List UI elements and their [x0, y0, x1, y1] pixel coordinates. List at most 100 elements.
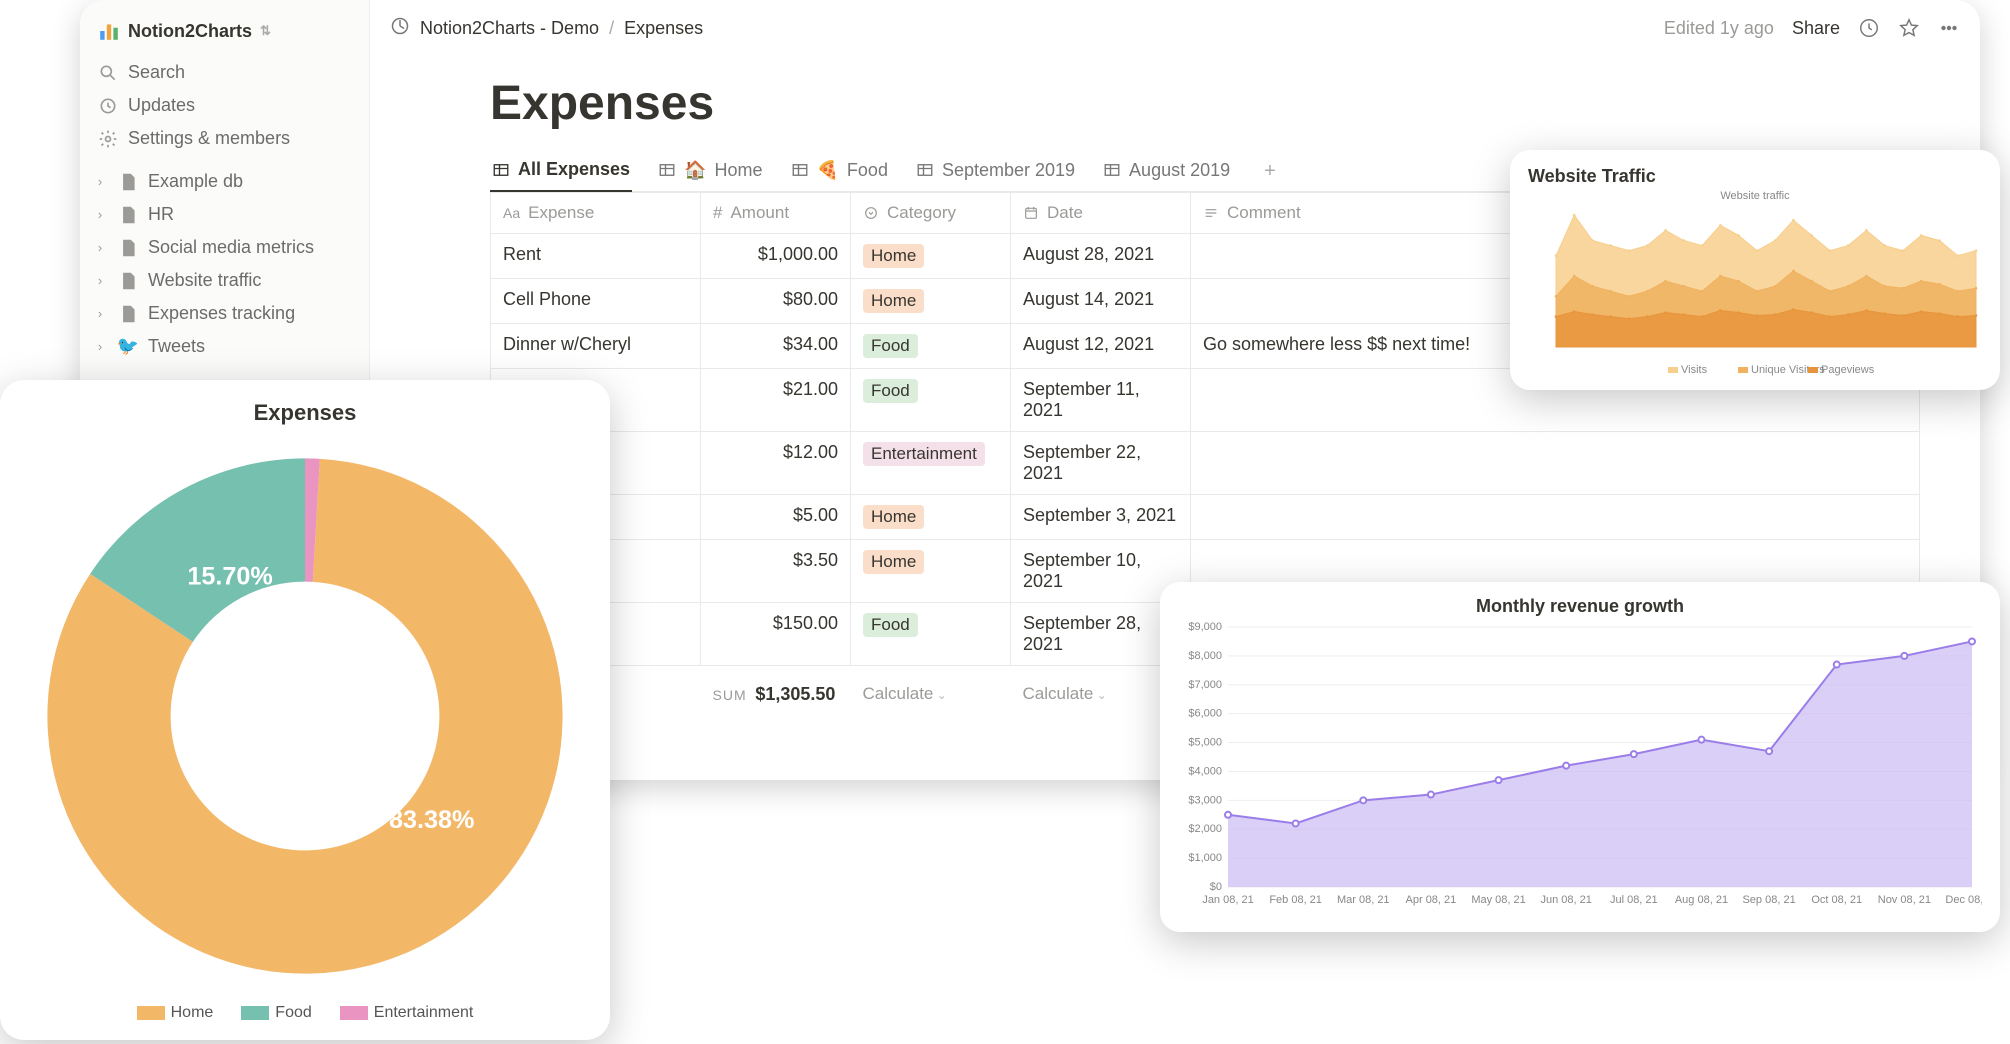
sidebar-page-label: Example db: [148, 171, 243, 192]
cell-date[interactable]: September 3, 2021: [1011, 495, 1191, 540]
sidebar-page-hr[interactable]: ›HR: [88, 198, 361, 231]
text-prop-icon: Aa: [503, 205, 520, 221]
chevron-right-icon[interactable]: ›: [92, 306, 108, 321]
page-icon: [118, 238, 138, 258]
breadcrumb-separator: /: [609, 18, 614, 39]
cell-amount[interactable]: $34.00: [701, 324, 851, 369]
cell-amount[interactable]: $3.50: [701, 540, 851, 603]
select-prop-icon: [863, 205, 879, 221]
svg-text:$5,000: $5,000: [1188, 737, 1222, 749]
svg-text:Jul 08, 21: Jul 08, 21: [1610, 894, 1658, 906]
svg-text:$4,000: $4,000: [1188, 765, 1222, 777]
col-header-amount[interactable]: #Amount: [701, 193, 851, 234]
svg-text:$1,000: $1,000: [1188, 852, 1222, 864]
cell-category[interactable]: Food: [851, 603, 1011, 666]
view-tab-label: All Expenses: [518, 159, 630, 180]
cell-category[interactable]: Home: [851, 279, 1011, 324]
clock-icon[interactable]: [1858, 17, 1880, 39]
legend-home: Home: [137, 1004, 214, 1022]
col-header-expense[interactable]: AaExpense: [491, 193, 701, 234]
table-row[interactable]: els$5.00HomeSeptember 3, 2021: [491, 495, 1920, 540]
add-view-button[interactable]: +: [1256, 156, 1284, 187]
sidebar-page-expenses-tracking[interactable]: ›Expenses tracking: [88, 297, 361, 330]
cell-amount[interactable]: $80.00: [701, 279, 851, 324]
more-icon[interactable]: [1938, 17, 1960, 39]
cell-expense[interactable]: Dinner w/Cheryl: [491, 324, 701, 369]
svg-text:$9,000: $9,000: [1188, 621, 1222, 633]
cell-category[interactable]: Home: [851, 495, 1011, 540]
sidebar-search[interactable]: Search: [88, 56, 361, 89]
cell-amount[interactable]: $1,000.00: [701, 234, 851, 279]
table-row[interactable]: 🍿$12.00EntertainmentSeptember 22, 2021: [491, 432, 1920, 495]
cell-category[interactable]: Entertainment: [851, 432, 1011, 495]
col-header-category[interactable]: Category: [851, 193, 1011, 234]
cell-comment[interactable]: [1191, 432, 1920, 495]
svg-text:Visits: Visits: [1681, 364, 1708, 376]
chevron-right-icon[interactable]: ›: [92, 273, 108, 288]
sidebar-page-example-db[interactable]: › Example db: [88, 165, 361, 198]
sidebar-page-label: Social media metrics: [148, 237, 314, 258]
svg-text:$2,000: $2,000: [1188, 823, 1222, 835]
cell-amount[interactable]: $12.00: [701, 432, 851, 495]
workspace-switcher[interactable]: Notion2Charts ⇅: [88, 12, 361, 50]
svg-text:Jan 08, 21: Jan 08, 21: [1202, 894, 1253, 906]
chevron-right-icon[interactable]: ›: [92, 339, 108, 354]
sidebar-page-tree: ›Example db›HR›Social media metrics›Webs…: [88, 165, 361, 363]
chevron-right-icon[interactable]: ›: [92, 207, 108, 222]
cell-category[interactable]: Food: [851, 369, 1011, 432]
chevron-right-icon[interactable]: ›: [92, 174, 108, 189]
view-tab-label: August 2019: [1129, 160, 1230, 181]
star-icon[interactable]: [1898, 17, 1920, 39]
clock-icon: [98, 96, 118, 116]
cell-expense[interactable]: Cell Phone: [491, 279, 701, 324]
svg-text:Feb 08, 21: Feb 08, 21: [1269, 894, 1322, 906]
page-title[interactable]: Expenses: [490, 76, 1920, 131]
category-tag: Home: [863, 289, 924, 313]
share-button[interactable]: Share: [1792, 18, 1840, 39]
breadcrumb-root[interactable]: Notion2Charts - Demo: [420, 18, 599, 39]
legend-entertainment: Entertainment: [340, 1004, 474, 1022]
svg-text:Website traffic: Website traffic: [1720, 190, 1790, 202]
sidebar-settings[interactable]: Settings & members: [88, 122, 361, 155]
sidebar-page-website-traffic[interactable]: ›Website traffic: [88, 264, 361, 297]
cell-amount[interactable]: $5.00: [701, 495, 851, 540]
view-tab-label: September 2019: [942, 160, 1075, 181]
cell-date[interactable]: September 22, 2021: [1011, 432, 1191, 495]
sidebar-page-social-media-metrics[interactable]: › Social media metrics: [88, 231, 361, 264]
col-header-date[interactable]: Date: [1011, 193, 1191, 234]
breadcrumb-current[interactable]: Expenses: [624, 18, 703, 39]
cell-date[interactable]: August 12, 2021: [1011, 324, 1191, 369]
sidebar-updates[interactable]: Updates: [88, 89, 361, 122]
view-tab-september-2019[interactable]: September 2019: [914, 152, 1077, 191]
cell-amount[interactable]: $150.00: [701, 603, 851, 666]
cell-category[interactable]: Home: [851, 540, 1011, 603]
view-tab-home[interactable]: 🏠Home: [656, 152, 764, 191]
pie-legend: Home Food Entertainment: [20, 1004, 590, 1022]
cell-category[interactable]: Home: [851, 234, 1011, 279]
svg-text:Apr 08, 21: Apr 08, 21: [1406, 894, 1457, 906]
view-tab-food[interactable]: 🍕Food: [789, 152, 890, 191]
calc-category[interactable]: Calculate: [851, 666, 1011, 716]
cell-category[interactable]: Food: [851, 324, 1011, 369]
cell-date[interactable]: August 28, 2021: [1011, 234, 1191, 279]
calc-sum[interactable]: SUM $1,305.50: [701, 666, 851, 716]
table-icon: [658, 161, 676, 179]
expenses-pie-card: Expenses 83.38% 15.70% Home Food Enterta…: [0, 380, 610, 1040]
category-tag: Food: [863, 334, 918, 358]
cell-expense[interactable]: Rent: [491, 234, 701, 279]
svg-text:$0: $0: [1210, 881, 1222, 893]
cell-comment[interactable]: [1191, 495, 1920, 540]
sidebar-page-tweets[interactable]: ›🐦Tweets: [88, 330, 361, 363]
view-tab-august-2019[interactable]: August 2019: [1101, 152, 1232, 191]
cell-date[interactable]: August 14, 2021: [1011, 279, 1191, 324]
gear-icon: [98, 129, 118, 149]
traffic-title: Website Traffic: [1528, 166, 1982, 187]
cell-date[interactable]: September 11, 2021: [1011, 369, 1191, 432]
view-tab-all-expenses[interactable]: All Expenses: [490, 151, 632, 192]
chevron-right-icon[interactable]: ›: [92, 240, 108, 255]
svg-text:Jun 08, 21: Jun 08, 21: [1540, 894, 1591, 906]
cell-amount[interactable]: $21.00: [701, 369, 851, 432]
bird-icon: 🐦: [118, 336, 138, 357]
sidebar-settings-label: Settings & members: [128, 128, 290, 149]
category-tag: Home: [863, 550, 924, 574]
